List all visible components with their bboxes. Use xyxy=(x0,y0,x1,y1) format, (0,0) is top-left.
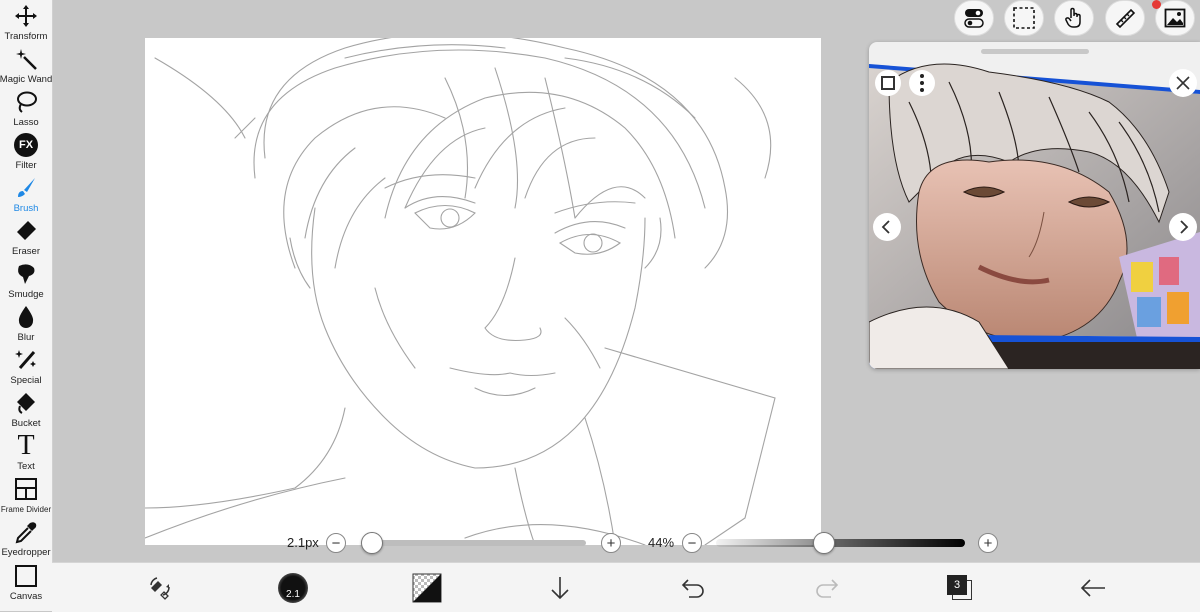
undo-button[interactable] xyxy=(668,563,718,612)
back-button[interactable] xyxy=(1068,563,1118,612)
opacity-increase-button[interactable]: + xyxy=(978,533,998,553)
arrow-left-icon xyxy=(1080,578,1105,597)
brush-eraser-swap-icon xyxy=(150,576,170,600)
drawing-canvas[interactable] xyxy=(145,38,821,545)
color-swatch-icon xyxy=(412,573,442,602)
notification-dot xyxy=(1152,0,1161,9)
opacity-decrease-button[interactable]: − xyxy=(682,533,702,553)
reference-window[interactable] xyxy=(869,42,1200,369)
bucket-icon xyxy=(12,389,40,417)
tool-canvas[interactable]: Canvas xyxy=(0,562,52,605)
tool-sidebar: Transform Magic Wand Lasso FX Filter Bru… xyxy=(0,0,53,611)
opacity-value: 44% xyxy=(648,535,675,550)
eraser-icon xyxy=(12,217,40,245)
toggle-switch-icon xyxy=(964,9,984,28)
opacity-slider-track[interactable] xyxy=(716,539,965,547)
tool-magic-wand[interactable]: Magic Wand xyxy=(0,45,52,88)
brush-size-decrease-button[interactable]: − xyxy=(326,533,346,553)
tool-blur[interactable]: Blur xyxy=(0,303,52,346)
layers-button[interactable]: 3 xyxy=(935,563,985,612)
frame-divider-icon xyxy=(12,475,40,503)
tool-label: Text xyxy=(17,461,35,472)
chevron-left-icon xyxy=(881,220,890,234)
text-icon: T xyxy=(17,430,35,461)
layer-count: 3 xyxy=(947,574,967,595)
swap-brush-eraser-button[interactable] xyxy=(135,563,185,612)
lasso-icon xyxy=(12,88,40,116)
tool-brush[interactable]: Brush xyxy=(0,174,52,217)
hand-tool-button[interactable] xyxy=(1054,0,1094,36)
tool-bucket[interactable]: Bucket xyxy=(0,389,52,432)
tool-label: Bucket xyxy=(11,418,41,429)
tool-label: Canvas xyxy=(9,591,43,602)
plus-icon: + xyxy=(606,534,616,552)
tool-filter[interactable]: FX Filter xyxy=(0,131,52,174)
arrow-down-icon xyxy=(551,576,569,599)
tool-label: Smudge xyxy=(8,289,44,300)
tool-label: Eyedropper xyxy=(1,547,51,558)
minus-icon: − xyxy=(687,534,697,552)
tool-smudge[interactable]: Smudge xyxy=(0,260,52,303)
tool-transform[interactable]: Transform xyxy=(0,2,52,45)
tool-label: Blur xyxy=(17,332,35,343)
kebab-menu-icon xyxy=(920,74,924,92)
magic-wand-icon xyxy=(12,45,40,73)
tool-label: Frame Divider xyxy=(0,505,52,514)
close-icon xyxy=(1176,76,1190,90)
opacity-slider-thumb[interactable] xyxy=(813,532,835,554)
plus-icon: + xyxy=(983,534,993,552)
brush-size-increase-button[interactable]: + xyxy=(601,533,621,553)
tool-label: Lasso xyxy=(13,117,39,128)
tool-eraser[interactable]: Eraser xyxy=(0,217,52,260)
bottom-toolbar: 2.1 3 xyxy=(52,562,1200,612)
image-icon xyxy=(1164,8,1186,28)
brush-size-badge: 2.1 xyxy=(278,572,308,603)
minus-icon: − xyxy=(331,534,341,552)
chevron-right-icon xyxy=(1180,220,1189,234)
square-icon xyxy=(881,76,895,90)
redo-icon xyxy=(816,578,839,598)
tool-label: Magic Wand xyxy=(0,74,53,85)
dashed-select-icon xyxy=(1013,7,1035,29)
tool-label: Filter xyxy=(15,160,37,171)
blur-drop-icon xyxy=(12,303,40,331)
previous-image-button[interactable] xyxy=(873,213,901,241)
brush-size-slider-thumb[interactable] xyxy=(361,532,383,554)
reference-image-button[interactable] xyxy=(1155,0,1195,36)
undo-icon xyxy=(681,578,704,598)
brush-size-value: 2.1px xyxy=(287,535,319,550)
tool-frame-divider[interactable]: Frame Divider xyxy=(0,475,52,518)
brush-settings-button[interactable]: 2.1 xyxy=(268,563,318,612)
move-arrows-icon xyxy=(12,2,40,30)
color-picker-button[interactable] xyxy=(402,563,452,612)
fit-frame-button[interactable] xyxy=(875,70,901,96)
hand-pointer-icon xyxy=(1065,7,1081,28)
special-wand-icon xyxy=(12,346,40,374)
toggle-panel-button[interactable] xyxy=(954,0,994,36)
ruler-icon xyxy=(1115,8,1136,29)
tool-label: Transform xyxy=(4,31,48,42)
tool-eyedropper[interactable]: Eyedropper xyxy=(0,518,52,561)
redo-button[interactable] xyxy=(802,563,852,612)
next-image-button[interactable] xyxy=(1169,213,1197,241)
close-reference-button[interactable] xyxy=(1169,69,1197,97)
more-options-button[interactable] xyxy=(909,70,935,96)
eyedropper-icon xyxy=(12,518,40,546)
sketch-artwork xyxy=(145,38,776,545)
canvas-icon xyxy=(12,562,40,590)
tool-lasso[interactable]: Lasso xyxy=(0,88,52,131)
tool-special[interactable]: Special xyxy=(0,346,52,389)
ruler-button[interactable] xyxy=(1105,0,1145,36)
smudge-icon xyxy=(12,260,40,288)
layers-icon: 3 xyxy=(947,574,973,601)
download-button[interactable] xyxy=(535,563,585,612)
tool-label: Brush xyxy=(13,203,39,214)
tool-text[interactable]: T Text xyxy=(0,432,52,475)
tool-label: Special xyxy=(10,375,42,386)
fx-icon: FX xyxy=(12,131,40,159)
brush-icon xyxy=(12,174,40,202)
brush-size-slider-track[interactable] xyxy=(372,540,586,546)
selection-button[interactable] xyxy=(1004,0,1044,36)
tool-label: Eraser xyxy=(12,246,40,257)
